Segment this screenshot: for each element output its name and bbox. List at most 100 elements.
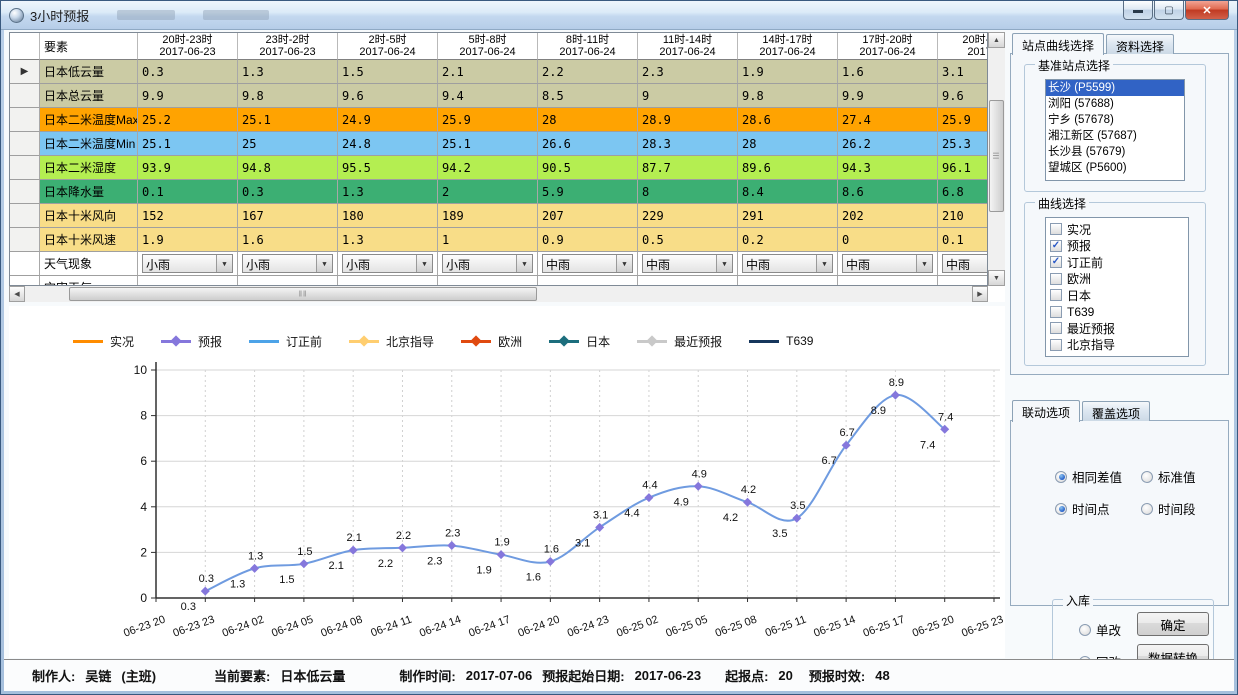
table-cell[interactable]: 210 (938, 204, 988, 228)
table-cell[interactable]: 1.3 (238, 60, 338, 84)
radio-icon[interactable] (1055, 503, 1067, 515)
station-listbox[interactable]: 长沙 (P5599)浏阳 (57688)宁乡 (57678)湘江新区 (5768… (1045, 79, 1185, 181)
weather-dropdown[interactable]: 小雨▼ (142, 254, 233, 273)
curve-checkbox-row[interactable]: 最近预报 (1050, 320, 1188, 337)
table-cell[interactable] (338, 276, 438, 286)
table-cell[interactable]: 9.9 (138, 84, 238, 108)
minimize-button[interactable]: ▬ (1123, 1, 1153, 20)
table-cell[interactable]: 0.1 (138, 180, 238, 204)
table-cell[interactable]: 25.3 (938, 132, 988, 156)
weather-dropdown[interactable]: 小雨▼ (242, 254, 333, 273)
table-cell[interactable]: 24.9 (338, 108, 438, 132)
table-cell[interactable]: 9.4 (438, 84, 538, 108)
table-cell[interactable]: 8.5 (538, 84, 638, 108)
table-cell[interactable]: 26.6 (538, 132, 638, 156)
table-cell[interactable] (538, 276, 638, 286)
table-cell[interactable]: 1.5 (338, 60, 438, 84)
curve-checkbox-row[interactable]: 日本 (1050, 287, 1188, 304)
table-cell[interactable]: 9.6 (338, 84, 438, 108)
table-cell[interactable]: 0 (838, 228, 938, 252)
scroll-down-icon[interactable]: ▼ (988, 270, 1005, 286)
table-cell[interactable]: 2.2 (538, 60, 638, 84)
curve-checkbox-row[interactable]: 欧洲 (1050, 271, 1188, 288)
radio-icon[interactable] (1079, 624, 1091, 636)
table-cell[interactable]: 8.4 (738, 180, 838, 204)
table-cell[interactable]: 25.1 (138, 132, 238, 156)
chevron-down-icon[interactable]: ▼ (416, 255, 432, 272)
table-cell[interactable]: 0.3 (238, 180, 338, 204)
table-cell[interactable]: 1.9 (738, 60, 838, 84)
chevron-down-icon[interactable]: ▼ (616, 255, 632, 272)
table-cell[interactable]: 2.3 (638, 60, 738, 84)
radio-icon[interactable] (1141, 471, 1153, 483)
tab-link-options[interactable]: 联动选项 (1012, 400, 1080, 422)
checkbox-icon[interactable] (1050, 306, 1062, 318)
table-cell[interactable]: 202 (838, 204, 938, 228)
weather-dropdown[interactable]: 小雨▼ (442, 254, 533, 273)
checkbox-icon[interactable] (1050, 289, 1062, 301)
table-cell[interactable]: 25.9 (938, 108, 988, 132)
table-cell[interactable]: 1.3 (338, 180, 438, 204)
curve-checkbox-row[interactable]: T639 (1050, 304, 1188, 321)
table-cell[interactable]: 28 (738, 132, 838, 156)
table-cell[interactable]: 0.2 (738, 228, 838, 252)
table-cell[interactable]: 9.9 (838, 84, 938, 108)
storage-radio-single[interactable]: 单改 (1079, 620, 1121, 639)
curve-checkbox-row[interactable]: 北京指导 (1050, 337, 1188, 354)
table-cell[interactable] (938, 276, 988, 286)
close-button[interactable]: ✕ (1185, 1, 1229, 20)
station-list-item[interactable]: 长沙 (P5599) (1046, 80, 1184, 96)
table-cell[interactable] (238, 276, 338, 286)
table-cell[interactable]: 25 (238, 132, 338, 156)
table-cell[interactable]: 9 (638, 84, 738, 108)
table-cell[interactable]: 1.6 (238, 228, 338, 252)
tab-overlay-options[interactable]: 覆盖选项 (1082, 401, 1150, 421)
station-list-item[interactable]: 长沙县 (57679) (1046, 144, 1184, 160)
checkbox-icon[interactable]: ✓ (1050, 240, 1062, 252)
table-cell[interactable]: 2 (438, 180, 538, 204)
checkbox-icon[interactable]: ✓ (1050, 256, 1062, 268)
scroll-left-icon[interactable]: ◀ (9, 286, 25, 302)
chevron-down-icon[interactable]: ▼ (216, 255, 232, 272)
table-cell[interactable]: 5.9 (538, 180, 638, 204)
tab-data-select[interactable]: 资料选择 (1106, 34, 1174, 54)
table-cell[interactable]: 28 (538, 108, 638, 132)
horizontal-scroll-thumb[interactable]: ‖‖ (69, 287, 537, 301)
confirm-button[interactable]: 确定 (1137, 612, 1209, 636)
table-cell[interactable]: 9.8 (238, 84, 338, 108)
table-cell[interactable]: 94.3 (838, 156, 938, 180)
table-cell[interactable] (138, 276, 238, 286)
curve-checkbox-row[interactable]: 实况 (1050, 221, 1188, 238)
table-cell[interactable]: 8.6 (838, 180, 938, 204)
station-list-item[interactable]: 浏阳 (57688) (1046, 96, 1184, 112)
weather-dropdown[interactable]: 中雨▼ (742, 254, 833, 273)
weather-dropdown[interactable]: 中雨▼ (842, 254, 933, 273)
row-selector[interactable] (10, 252, 40, 276)
table-cell[interactable]: 25.2 (138, 108, 238, 132)
table-cell[interactable] (638, 276, 738, 286)
tab-station-curve[interactable]: 站点曲线选择 (1012, 33, 1104, 55)
table-cell[interactable]: 28.9 (638, 108, 738, 132)
table-vertical-scrollbar[interactable]: ▲ ☰ ▼ (988, 32, 1005, 286)
chevron-down-icon[interactable]: ▼ (716, 255, 732, 272)
table-cell[interactable]: 0.5 (638, 228, 738, 252)
station-list-item[interactable]: 望城区 (P5600) (1046, 160, 1184, 176)
table-cell[interactable]: 180 (338, 204, 438, 228)
row-selector[interactable] (10, 276, 40, 286)
table-cell[interactable]: 291 (738, 204, 838, 228)
chevron-down-icon[interactable]: ▼ (816, 255, 832, 272)
weather-dropdown[interactable]: 中雨▼ (642, 254, 733, 273)
table-cell[interactable]: 1.9 (138, 228, 238, 252)
table-cell[interactable]: 24.8 (338, 132, 438, 156)
weather-dropdown[interactable]: 小雨▼ (342, 254, 433, 273)
table-cell[interactable]: 229 (638, 204, 738, 228)
table-cell[interactable]: 8 (638, 180, 738, 204)
chevron-down-icon[interactable]: ▼ (916, 255, 932, 272)
table-cell[interactable]: 25.9 (438, 108, 538, 132)
table-cell[interactable] (838, 276, 938, 286)
table-cell[interactable]: 0.3 (138, 60, 238, 84)
scroll-up-icon[interactable]: ▲ (988, 32, 1005, 48)
checkbox-icon[interactable] (1050, 273, 1062, 285)
table-cell[interactable]: 1 (438, 228, 538, 252)
weather-dropdown[interactable]: 中雨▼ (942, 254, 988, 273)
